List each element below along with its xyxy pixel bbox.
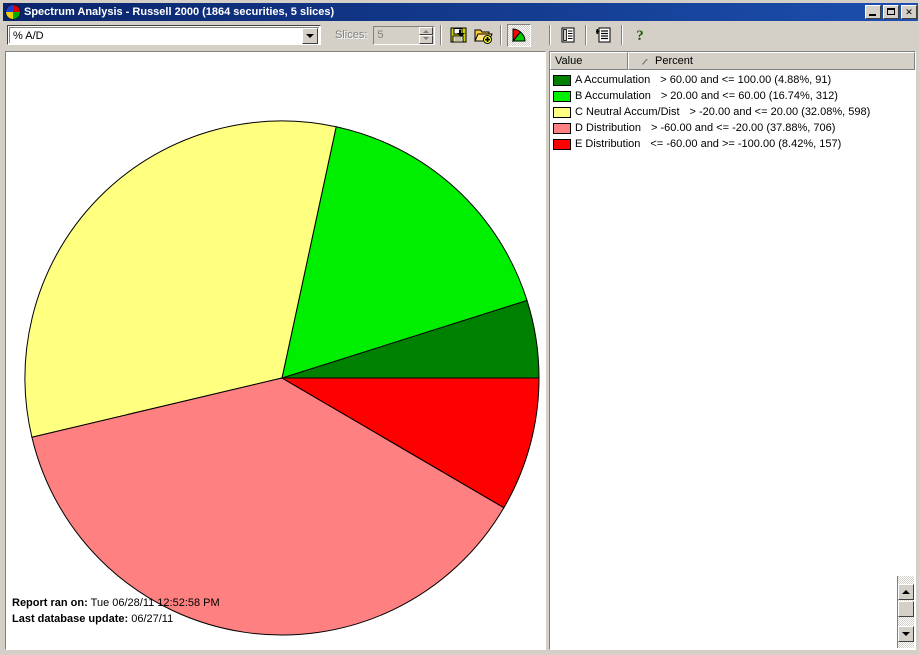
field-selector-value: % A/D <box>13 29 44 42</box>
chart-pane[interactable]: Report ran on: Tue 06/28/11 12:52:58 PM … <box>5 51 546 650</box>
slices-label: Slices: <box>335 29 368 41</box>
open-folder-plus-icon <box>474 29 493 44</box>
legend-range: <= -60.00 and >= -100.00 (8.42%, 157) <box>650 138 842 150</box>
close-icon: ✕ <box>905 7 913 17</box>
scroll-down-button[interactable] <box>898 626 914 642</box>
content-area: Report ran on: Tue 06/28/11 12:52:58 PM … <box>3 49 918 654</box>
legend-range: > -20.00 and <= 20.00 (32.08%, 598) <box>689 106 871 118</box>
legend-label: A Accumulation <box>575 74 651 86</box>
legend-color-swatch <box>553 138 571 150</box>
legend-row[interactable]: D Distribution > -60.00 and <= -20.00 (37… <box>550 120 915 136</box>
legend-column-value-label: Value <box>555 55 583 67</box>
report-footer: Report ran on: Tue 06/28/11 12:52:58 PM … <box>12 595 220 627</box>
pie-chart-icon <box>511 28 526 43</box>
scrollbar-thumb[interactable] <box>898 601 914 617</box>
legend-pane[interactable]: Value Percent A Accumulation > 60.00 and … <box>549 51 916 650</box>
legend-range: > 60.00 and <= 100.00 (4.88%, 91) <box>660 74 832 86</box>
pie-chart-icon[interactable] <box>5 4 21 20</box>
report-ran-line: Report ran on: Tue 06/28/11 12:52:58 PM <box>12 595 220 611</box>
legend-header: Value Percent <box>550 52 915 70</box>
minimize-button[interactable] <box>865 5 881 19</box>
list-view-button[interactable] <box>556 24 580 47</box>
legend-label: B Accumulation <box>575 90 651 102</box>
slices-increment-button[interactable] <box>419 26 434 35</box>
toolbar-separator <box>500 25 503 45</box>
slices-decrement-button[interactable] <box>419 35 434 44</box>
sort-descending-icon <box>637 58 647 64</box>
legend-scrollbar[interactable] <box>897 576 914 648</box>
svg-text:?: ? <box>637 28 645 43</box>
list-report-icon <box>561 27 575 43</box>
slices-stepper[interactable]: 5 <box>373 25 436 45</box>
legend-label: E Distribution <box>575 138 641 150</box>
legend-row[interactable]: A Accumulation > 60.00 and <= 100.00 (4.8… <box>550 72 915 88</box>
question-mark-icon: ? <box>637 28 645 43</box>
chevron-down-icon[interactable] <box>302 27 318 44</box>
window-title: Spectrum Analysis - Russell 2000 (1864 s… <box>24 6 335 18</box>
toolbar-separator <box>440 25 443 45</box>
close-button[interactable]: ✕ <box>901 5 917 19</box>
help-button[interactable]: ? <box>628 24 652 47</box>
toolbar-separator <box>585 25 588 45</box>
chart-type-dropdown[interactable] <box>456 24 544 47</box>
last-update-value: 06/27/11 <box>131 613 174 625</box>
maximize-button[interactable] <box>883 5 899 19</box>
detail-report-icon <box>596 27 611 43</box>
toolbar-separator <box>549 25 552 45</box>
legend-color-swatch <box>553 122 571 134</box>
application-window: Spectrum Analysis - Russell 2000 (1864 s… <box>0 0 919 655</box>
legend-range: > -60.00 and <= -20.00 (37.88%, 706) <box>651 122 836 134</box>
legend-color-swatch <box>553 90 571 102</box>
legend-column-value[interactable]: Value <box>550 52 628 70</box>
pie-chart-view-button[interactable] <box>507 23 532 47</box>
open-add-button[interactable] <box>471 24 495 47</box>
toolbar-separator <box>621 25 624 45</box>
legend-column-percent-label: Percent <box>655 55 693 67</box>
report-ran-value: Tue 06/28/11 12:52:58 PM <box>90 597 220 609</box>
toolbar: % A/D Slices: 5 ? <box>3 22 918 48</box>
slices-spin-buttons[interactable] <box>419 26 434 44</box>
legend-column-percent[interactable]: Percent <box>628 52 915 70</box>
last-update-line: Last database update: 06/27/11 <box>12 611 220 627</box>
legend-range: > 20.00 and <= 60.00 (16.74%, 312) <box>660 90 838 102</box>
scroll-up-button[interactable] <box>898 584 914 600</box>
report-ran-label: Report ran on: <box>12 597 88 609</box>
legend-label: C Neutral Accum/Dist <box>575 106 680 118</box>
slices-value: 5 <box>377 29 384 41</box>
legend-row[interactable]: E Distribution <= -60.00 and >= -100.00 (… <box>550 136 915 152</box>
legend-row[interactable]: C Neutral Accum/Dist > -20.00 and <= 20.0… <box>550 104 915 120</box>
legend-label: D Distribution <box>575 122 642 134</box>
legend-color-swatch <box>553 106 571 118</box>
field-selector-combo[interactable]: % A/D <box>7 25 321 45</box>
legend-row[interactable]: B Accumulation > 20.00 and <= 60.00 (16.7… <box>550 88 915 104</box>
legend-row-list: A Accumulation > 60.00 and <= 100.00 (4.8… <box>550 72 915 152</box>
detail-report-button[interactable] <box>592 24 616 47</box>
legend-color-swatch <box>553 74 571 86</box>
pie-chart[interactable] <box>6 52 545 649</box>
title-bar[interactable]: Spectrum Analysis - Russell 2000 (1864 s… <box>3 3 918 21</box>
last-update-label: Last database update: <box>12 613 129 625</box>
